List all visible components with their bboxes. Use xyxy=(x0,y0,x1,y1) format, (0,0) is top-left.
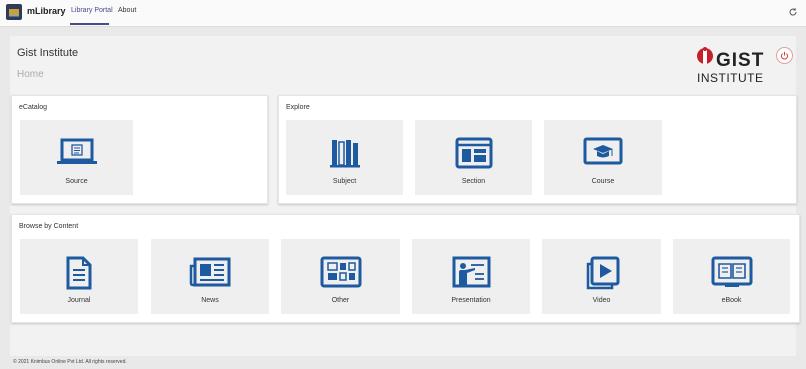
tile-label: Course xyxy=(591,178,615,185)
institute-logo: GIST INSTITUTE xyxy=(694,46,768,86)
explore-card: Explore Subject Section Course xyxy=(278,95,797,204)
tab-library-portal[interactable]: Library Portal xyxy=(71,7,113,14)
laptop-icon xyxy=(56,138,97,164)
tile-ebook[interactable]: eBook xyxy=(673,239,790,314)
explore-title: Explore xyxy=(286,104,310,111)
tile-label: Video xyxy=(592,297,611,304)
svg-text:INSTITUTE: INSTITUTE xyxy=(697,71,764,85)
ecatalog-card: eCatalog Source xyxy=(11,95,268,204)
page-title: Gist Institute xyxy=(17,47,79,59)
tile-label: eBook xyxy=(721,297,742,304)
tile-label: Other xyxy=(331,297,350,304)
active-tab-indicator xyxy=(70,23,109,25)
top-bar: mLibrary Library Portal About xyxy=(0,0,806,27)
tile-label: Section xyxy=(461,178,486,185)
tile-label: Journal xyxy=(67,297,91,304)
tile-video[interactable]: Video xyxy=(542,239,661,314)
tile-label: Source xyxy=(65,178,88,185)
tile-presentation[interactable]: Presentation xyxy=(412,239,530,314)
tile-other[interactable]: Other xyxy=(281,239,400,314)
books-icon xyxy=(329,140,360,168)
video-play-icon xyxy=(586,256,619,290)
app-name: mLibrary xyxy=(27,6,66,16)
tile-news[interactable]: News xyxy=(151,239,269,314)
ebook-icon xyxy=(711,256,752,287)
breadcrumb[interactable]: Home xyxy=(17,69,44,80)
document-icon xyxy=(66,256,92,290)
browse-card: Browse by Content Journal News Other Pre… xyxy=(11,214,800,323)
refresh-icon[interactable] xyxy=(786,5,800,19)
browse-title: Browse by Content xyxy=(19,223,79,230)
tab-about[interactable]: About xyxy=(118,7,136,14)
ecatalog-title: eCatalog xyxy=(19,104,48,111)
footer-copyright: © 2021 Knimbus Online Pvt Ltd. All right… xyxy=(13,359,127,365)
presenter-icon xyxy=(452,256,491,288)
grid-items-icon xyxy=(320,256,361,288)
tile-section[interactable]: Section xyxy=(415,120,532,195)
newspaper-icon xyxy=(189,257,231,287)
tile-label: Subject xyxy=(332,178,357,185)
tile-course[interactable]: Course xyxy=(544,120,662,195)
logout-button[interactable] xyxy=(776,47,793,64)
tile-journal[interactable]: Journal xyxy=(20,239,138,314)
tile-label: Presentation xyxy=(451,297,491,304)
svg-text:GIST: GIST xyxy=(716,50,764,71)
tile-subject[interactable]: Subject xyxy=(286,120,403,195)
power-icon xyxy=(780,51,789,60)
app-logo-icon[interactable] xyxy=(6,4,22,20)
graduation-cap-icon xyxy=(583,137,623,165)
tile-source[interactable]: Source xyxy=(20,120,133,195)
tile-label: News xyxy=(201,297,219,304)
browser-window-icon xyxy=(455,137,492,169)
